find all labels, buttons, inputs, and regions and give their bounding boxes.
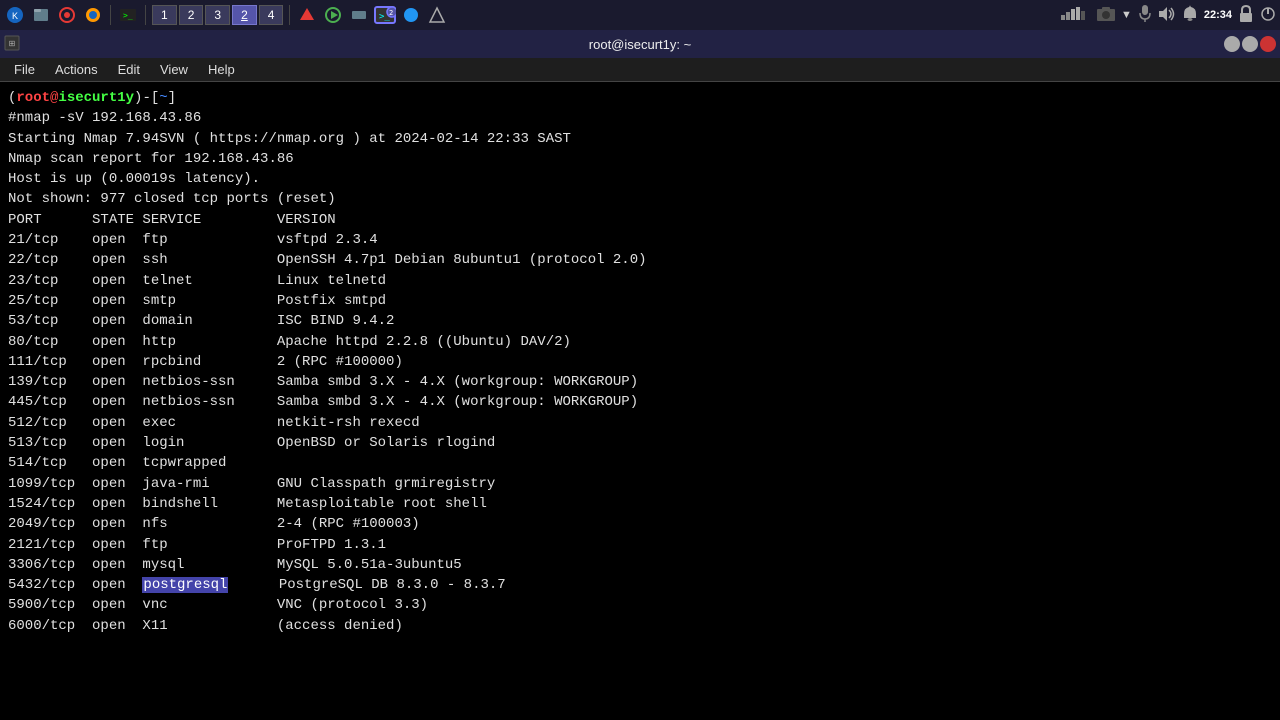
tab-2[interactable]: 2 <box>179 5 204 25</box>
prompt-dir: ~ <box>159 88 167 108</box>
port-row-80: 80/tcp open http Apache httpd 2.2.8 ((Ub… <box>8 332 1272 352</box>
prompt-open-paren: ( <box>8 88 16 108</box>
misc-icon-4[interactable] <box>400 4 422 26</box>
terminal-output[interactable]: (root@isecurt1y)-[~] # nmap -sV 192.168.… <box>0 82 1280 720</box>
titlebar-system-icon: ⊞ <box>4 35 20 54</box>
terminal-icon-1[interactable]: >_ <box>117 4 139 26</box>
prompt-user: root <box>16 88 50 108</box>
port-header-line: PORT STATE SERVICE VERSION <box>8 210 1272 230</box>
taskbar: K >_ 1 2 3 2 4 >_2 <box>0 0 1280 30</box>
port-row-22: 22/tcp open ssh OpenSSH 4.7p1 Debian 8ub… <box>8 250 1272 270</box>
menu-view[interactable]: View <box>150 60 198 79</box>
misc-icon-2[interactable] <box>322 4 344 26</box>
menu-file[interactable]: File <box>4 60 45 79</box>
tab-5[interactable]: 4 <box>259 5 284 25</box>
time-display: 22:34 <box>1204 9 1232 21</box>
port-row-514: 514/tcp open tcpwrapped <box>8 453 1272 473</box>
svg-text:⊞: ⊞ <box>9 39 16 48</box>
tab-3[interactable]: 3 <box>205 5 230 25</box>
port-row-2049: 2049/tcp open nfs 2-4 (RPC #100003) <box>8 514 1272 534</box>
port-row-513: 513/tcp open login OpenBSD or Solaris rl… <box>8 433 1272 453</box>
maximize-button[interactable] <box>1242 36 1258 52</box>
minimize-button[interactable] <box>1224 36 1240 52</box>
window-title: root@isecurt1y: ~ <box>589 37 691 52</box>
dropdown-icon[interactable]: ▼ <box>1121 9 1132 21</box>
menu-edit[interactable]: Edit <box>108 60 150 79</box>
svg-text:2: 2 <box>389 9 393 17</box>
postgresql-highlight: postgresql <box>142 577 228 593</box>
taskbar-right: ▼ 22:34 <box>1061 5 1276 26</box>
taskbar-separator-2 <box>145 5 146 25</box>
prompt-close-paren: )-[ <box>134 88 159 108</box>
prompt-at: @ <box>50 88 58 108</box>
misc-icon-3[interactable] <box>348 4 370 26</box>
window-controls <box>1224 36 1276 52</box>
volume-icon[interactable] <box>1158 6 1176 25</box>
misc-icon-5[interactable] <box>426 4 448 26</box>
port-row-512: 512/tcp open exec netkit-rsh rexecd <box>8 413 1272 433</box>
port-row-111: 111/tcp open rpcbind 2 (RPC #100000) <box>8 352 1272 372</box>
svg-text:>_: >_ <box>123 11 133 20</box>
prompt-bracket-close: ] <box>168 88 176 108</box>
bell-icon[interactable] <box>1182 5 1198 26</box>
port-row-25: 25/tcp open smtp Postfix smtpd <box>8 291 1272 311</box>
port-row-53: 53/tcp open domain ISC BIND 9.4.2 <box>8 311 1272 331</box>
menu-actions[interactable]: Actions <box>45 60 108 79</box>
terminal-active-icon[interactable]: >_2 <box>374 4 396 26</box>
taskbar-separator-1 <box>110 5 111 25</box>
files-icon[interactable] <box>30 4 52 26</box>
not-shown-line: Not shown: 977 closed tcp ports (reset) <box>8 189 1272 209</box>
prompt-hash: # <box>8 108 16 128</box>
port-row-1099: 1099/tcp open java-rmi GNU Classpath grm… <box>8 474 1272 494</box>
titlebar: ⊞ root@isecurt1y: ~ <box>0 30 1280 58</box>
menubar: File Actions Edit View Help <box>0 58 1280 82</box>
port-row-5900: 5900/tcp open vnc VNC (protocol 3.3) <box>8 595 1272 615</box>
kali-icon[interactable]: K <box>4 4 26 26</box>
host-up-line: Host is up (0.00019s latency). <box>8 169 1272 189</box>
tab-4-active[interactable]: 2 <box>232 5 257 25</box>
nmap-starting-line: Starting Nmap 7.94SVN ( https://nmap.org… <box>8 129 1272 149</box>
port-row-1524: 1524/tcp open bindshell Metasploitable r… <box>8 494 1272 514</box>
port-row-21: 21/tcp open ftp vsftpd 2.3.4 <box>8 230 1272 250</box>
firefox-icon[interactable] <box>82 4 104 26</box>
misc-icon-1[interactable] <box>296 4 318 26</box>
power-icon[interactable] <box>1260 6 1276 25</box>
camera-icon[interactable] <box>1097 7 1115 24</box>
command-line: # nmap -sV 192.168.43.86 <box>8 108 1272 128</box>
port-row-445: 445/tcp open netbios-ssn Samba smbd 3.X … <box>8 392 1272 412</box>
mic-icon[interactable] <box>1138 5 1152 26</box>
terminal-tabs: 1 2 3 2 4 <box>152 5 283 25</box>
port-row-23: 23/tcp open telnet Linux telnetd <box>8 271 1272 291</box>
svg-text:K: K <box>12 11 18 21</box>
browser-red-icon[interactable] <box>56 4 78 26</box>
taskbar-separator-3 <box>289 5 290 25</box>
lock-icon[interactable] <box>1238 5 1254 26</box>
closed-text: closed <box>134 191 184 207</box>
port-row-2121: 2121/tcp open ftp ProFTPD 1.3.1 <box>8 535 1272 555</box>
prompt-line: (root@isecurt1y)-[~] <box>8 88 1272 108</box>
command-text: nmap -sV 192.168.43.86 <box>16 108 201 128</box>
port-row-6000: 6000/tcp open X11 (access denied) <box>8 616 1272 636</box>
network-icon[interactable] <box>1061 7 1091 24</box>
tab-1[interactable]: 1 <box>152 5 177 25</box>
port-row-5432: 5432/tcp open postgresql PostgreSQL DB 8… <box>8 575 1272 595</box>
close-button[interactable] <box>1260 36 1276 52</box>
menu-help[interactable]: Help <box>198 60 245 79</box>
prompt-host: isecurt1y <box>58 88 134 108</box>
port-row-139: 139/tcp open netbios-ssn Samba smbd 3.X … <box>8 372 1272 392</box>
scan-report-line: Nmap scan report for 192.168.43.86 <box>8 149 1272 169</box>
port-row-3306: 3306/tcp open mysql MySQL 5.0.51a-3ubunt… <box>8 555 1272 575</box>
